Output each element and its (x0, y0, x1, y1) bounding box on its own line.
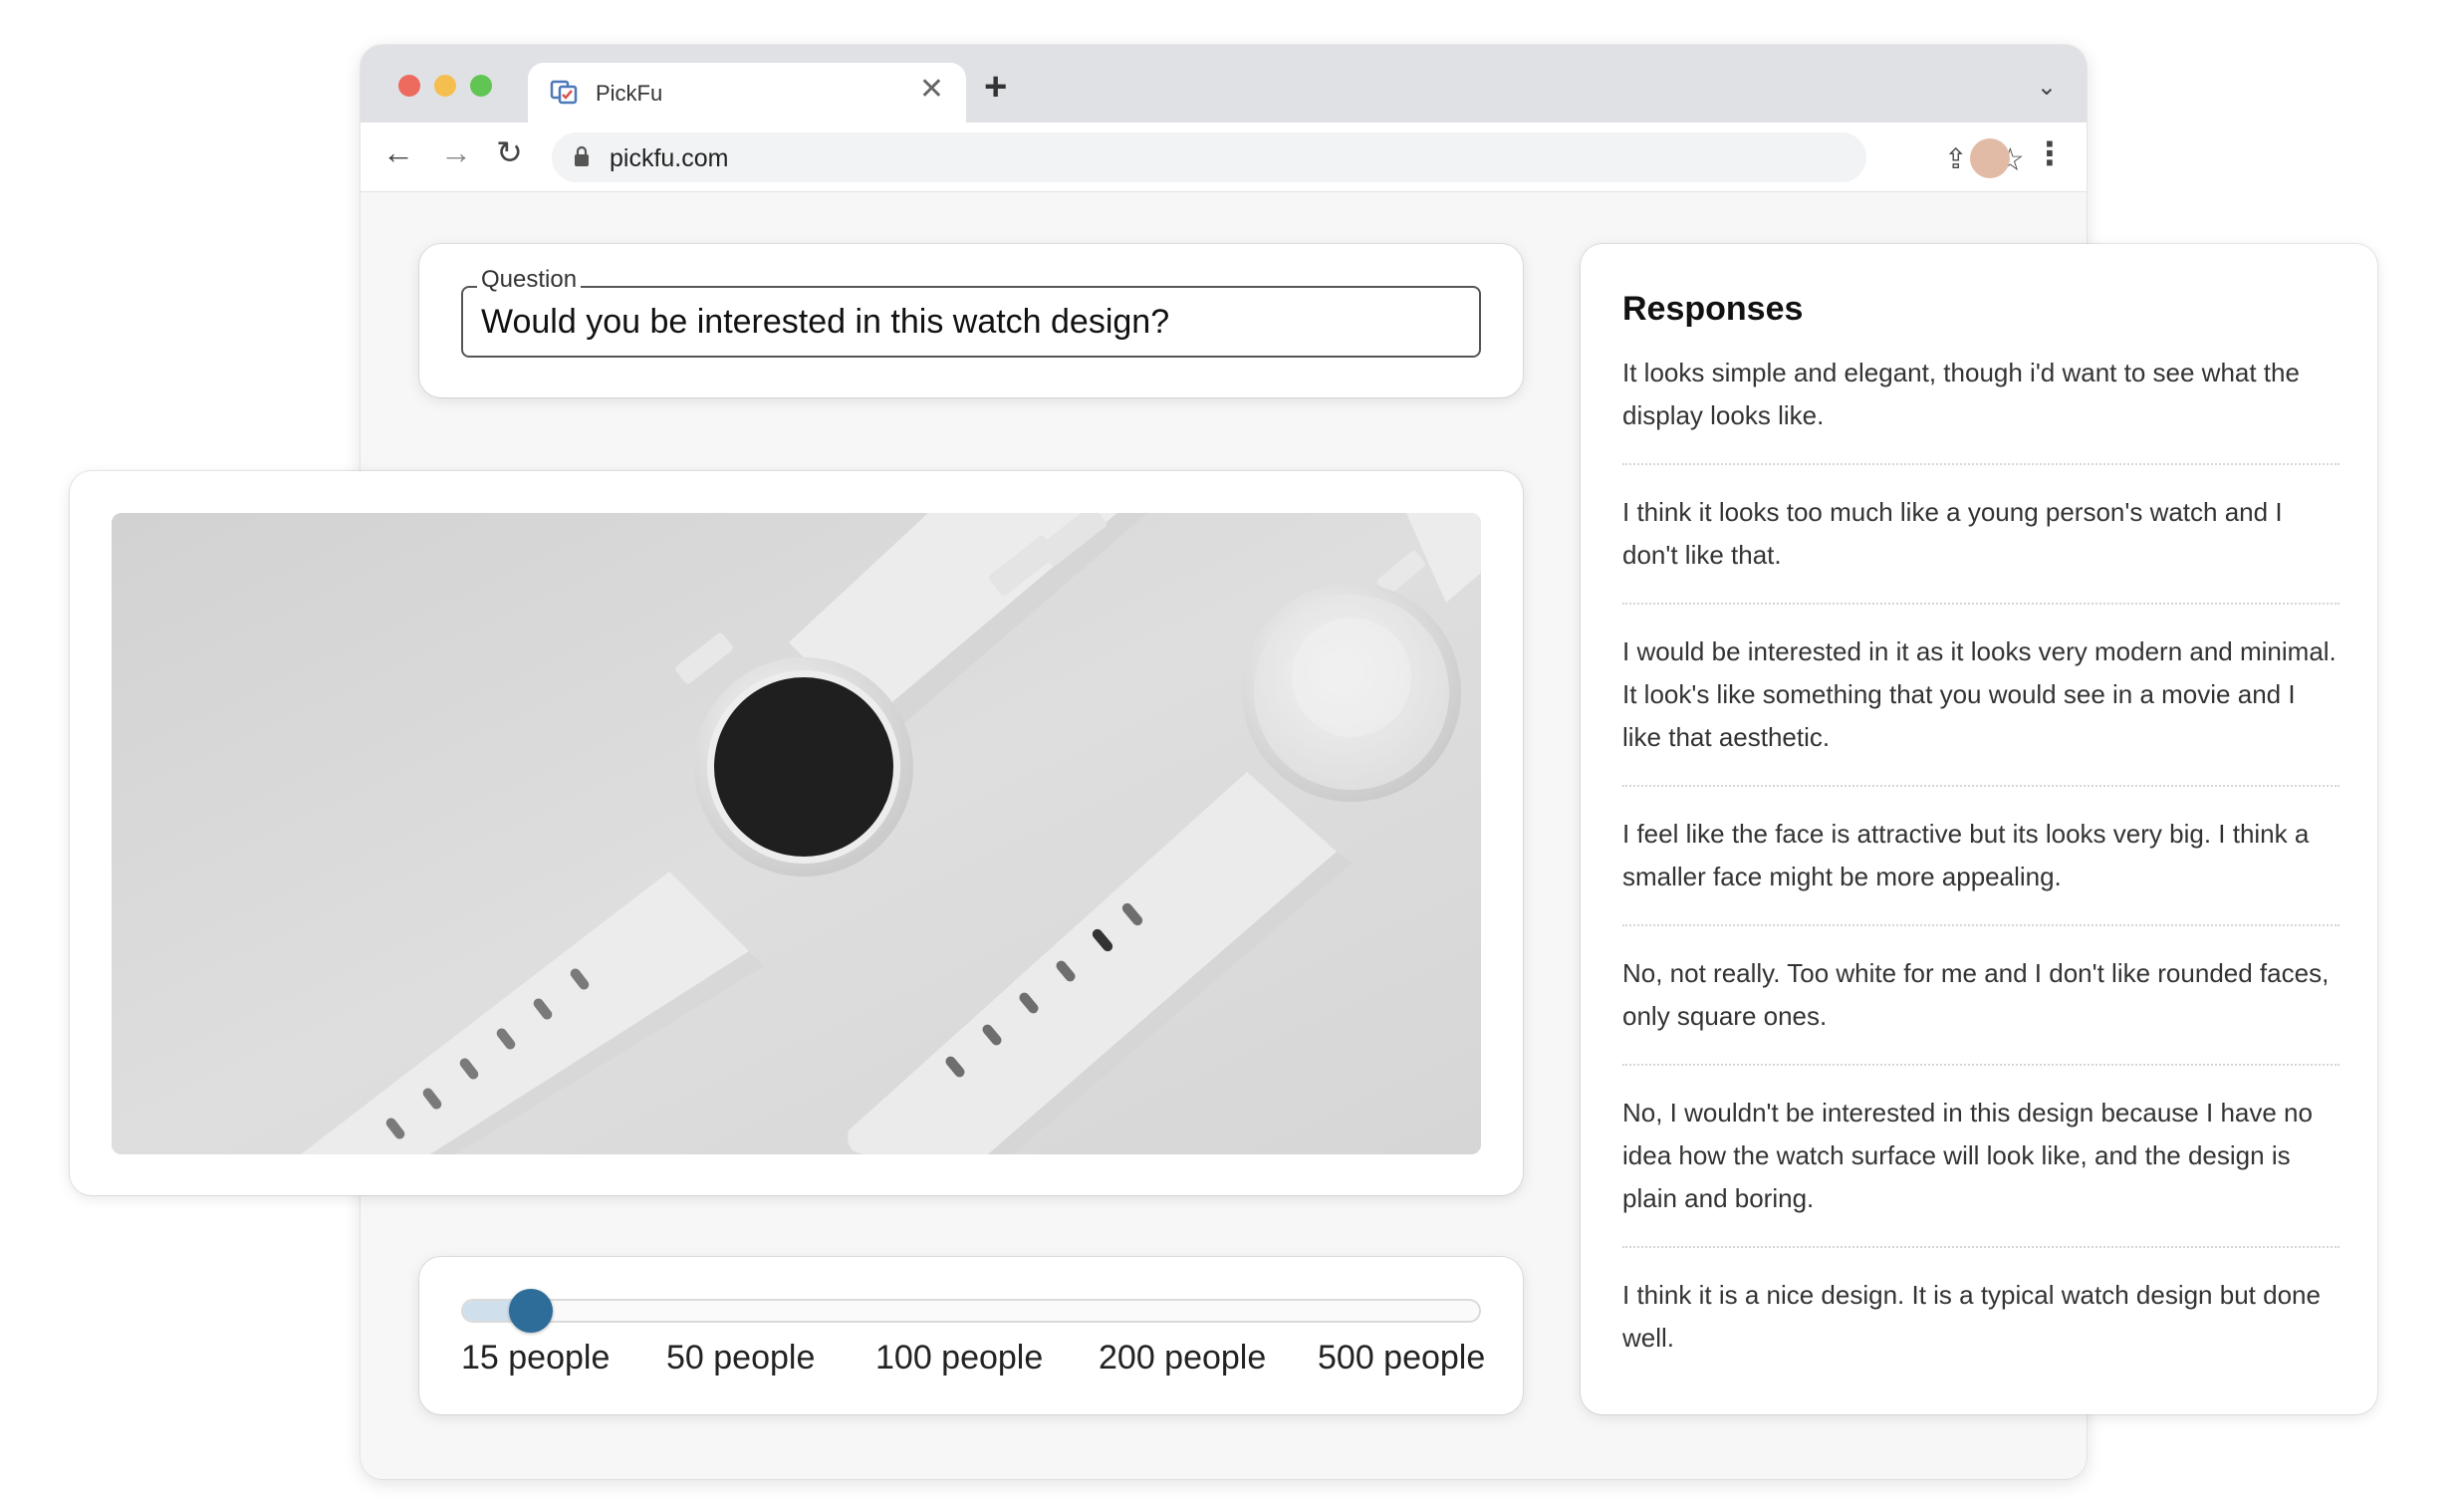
question-field: Question (461, 266, 1481, 358)
responses-title: Responses (1622, 290, 1804, 328)
more-menu-icon[interactable]: ⋮ (2034, 134, 2066, 172)
share-icon[interactable]: ⇪ (1944, 142, 1967, 175)
responses-list: It looks simple and elegant, though i'd … (1622, 352, 2340, 1411)
browser-tab[interactable]: PickFu ✕ (528, 63, 966, 123)
question-label: Question (477, 266, 582, 294)
audience-option-200[interactable]: 200 people (1099, 1339, 1266, 1378)
audience-option-15[interactable]: 15 people (461, 1339, 610, 1378)
url-text: pickfu.com (610, 144, 729, 172)
tab-strip: PickFu ✕ + ⌄ (361, 45, 2087, 123)
audience-option-100[interactable]: 100 people (875, 1339, 1043, 1378)
back-arrow-icon[interactable]: ← (382, 136, 414, 168)
tab-title: PickFu (596, 81, 663, 106)
chevron-down-icon[interactable]: ⌄ (2037, 73, 2057, 102)
question-card: Question (419, 244, 1523, 397)
audience-slider-thumb[interactable] (509, 1289, 553, 1333)
profile-avatar[interactable] (1970, 138, 2010, 178)
new-tab-icon[interactable]: + (984, 67, 1007, 107)
browser-toolbar: ← → ↻ pickfu.com ⇪ ☆ ⋮ (361, 123, 2087, 192)
audience-slider-labels: 15 people 50 people 100 people 200 peopl… (461, 1339, 1485, 1382)
zoom-window-button[interactable] (470, 75, 492, 97)
lock-icon (575, 145, 589, 166)
response-item: No, not really. Too white for me and I d… (1622, 952, 2340, 1066)
minimize-window-button[interactable] (434, 75, 456, 97)
responses-card: Responses It looks simple and elegant, t… (1581, 244, 2377, 1414)
address-bar[interactable]: pickfu.com ⇪ ☆ (552, 132, 2025, 182)
response-item: No, I wouldn't be interested in this des… (1622, 1092, 2340, 1248)
response-item: I think it is a nice design. It is a typ… (1622, 1280, 2321, 1353)
audience-option-50[interactable]: 50 people (666, 1339, 815, 1378)
audience-size-card: 15 people 50 people 100 people 200 peopl… (419, 1257, 1523, 1414)
tab-close-icon[interactable]: ✕ (919, 75, 944, 105)
audience-option-500[interactable]: 500 people (1318, 1339, 1485, 1378)
close-window-button[interactable] (398, 75, 420, 97)
watch-product-photo (112, 513, 1481, 1154)
image-card (70, 471, 1523, 1195)
watch-illustration (112, 513, 1481, 1154)
response-item: It looks simple and elegant, though i'd … (1622, 352, 2340, 465)
response-item: I think it looks too much like a young p… (1622, 491, 2340, 605)
question-input[interactable] (481, 302, 1457, 342)
audience-slider-track[interactable] (461, 1299, 1481, 1323)
forward-arrow-icon[interactable]: → (440, 136, 472, 168)
response-item: I feel like the face is attractive but i… (1622, 813, 2340, 926)
pickfu-favicon-icon (550, 80, 578, 105)
response-item: I would be interested in it as it looks … (1622, 630, 2340, 787)
reload-icon[interactable]: ↻ (496, 136, 523, 168)
